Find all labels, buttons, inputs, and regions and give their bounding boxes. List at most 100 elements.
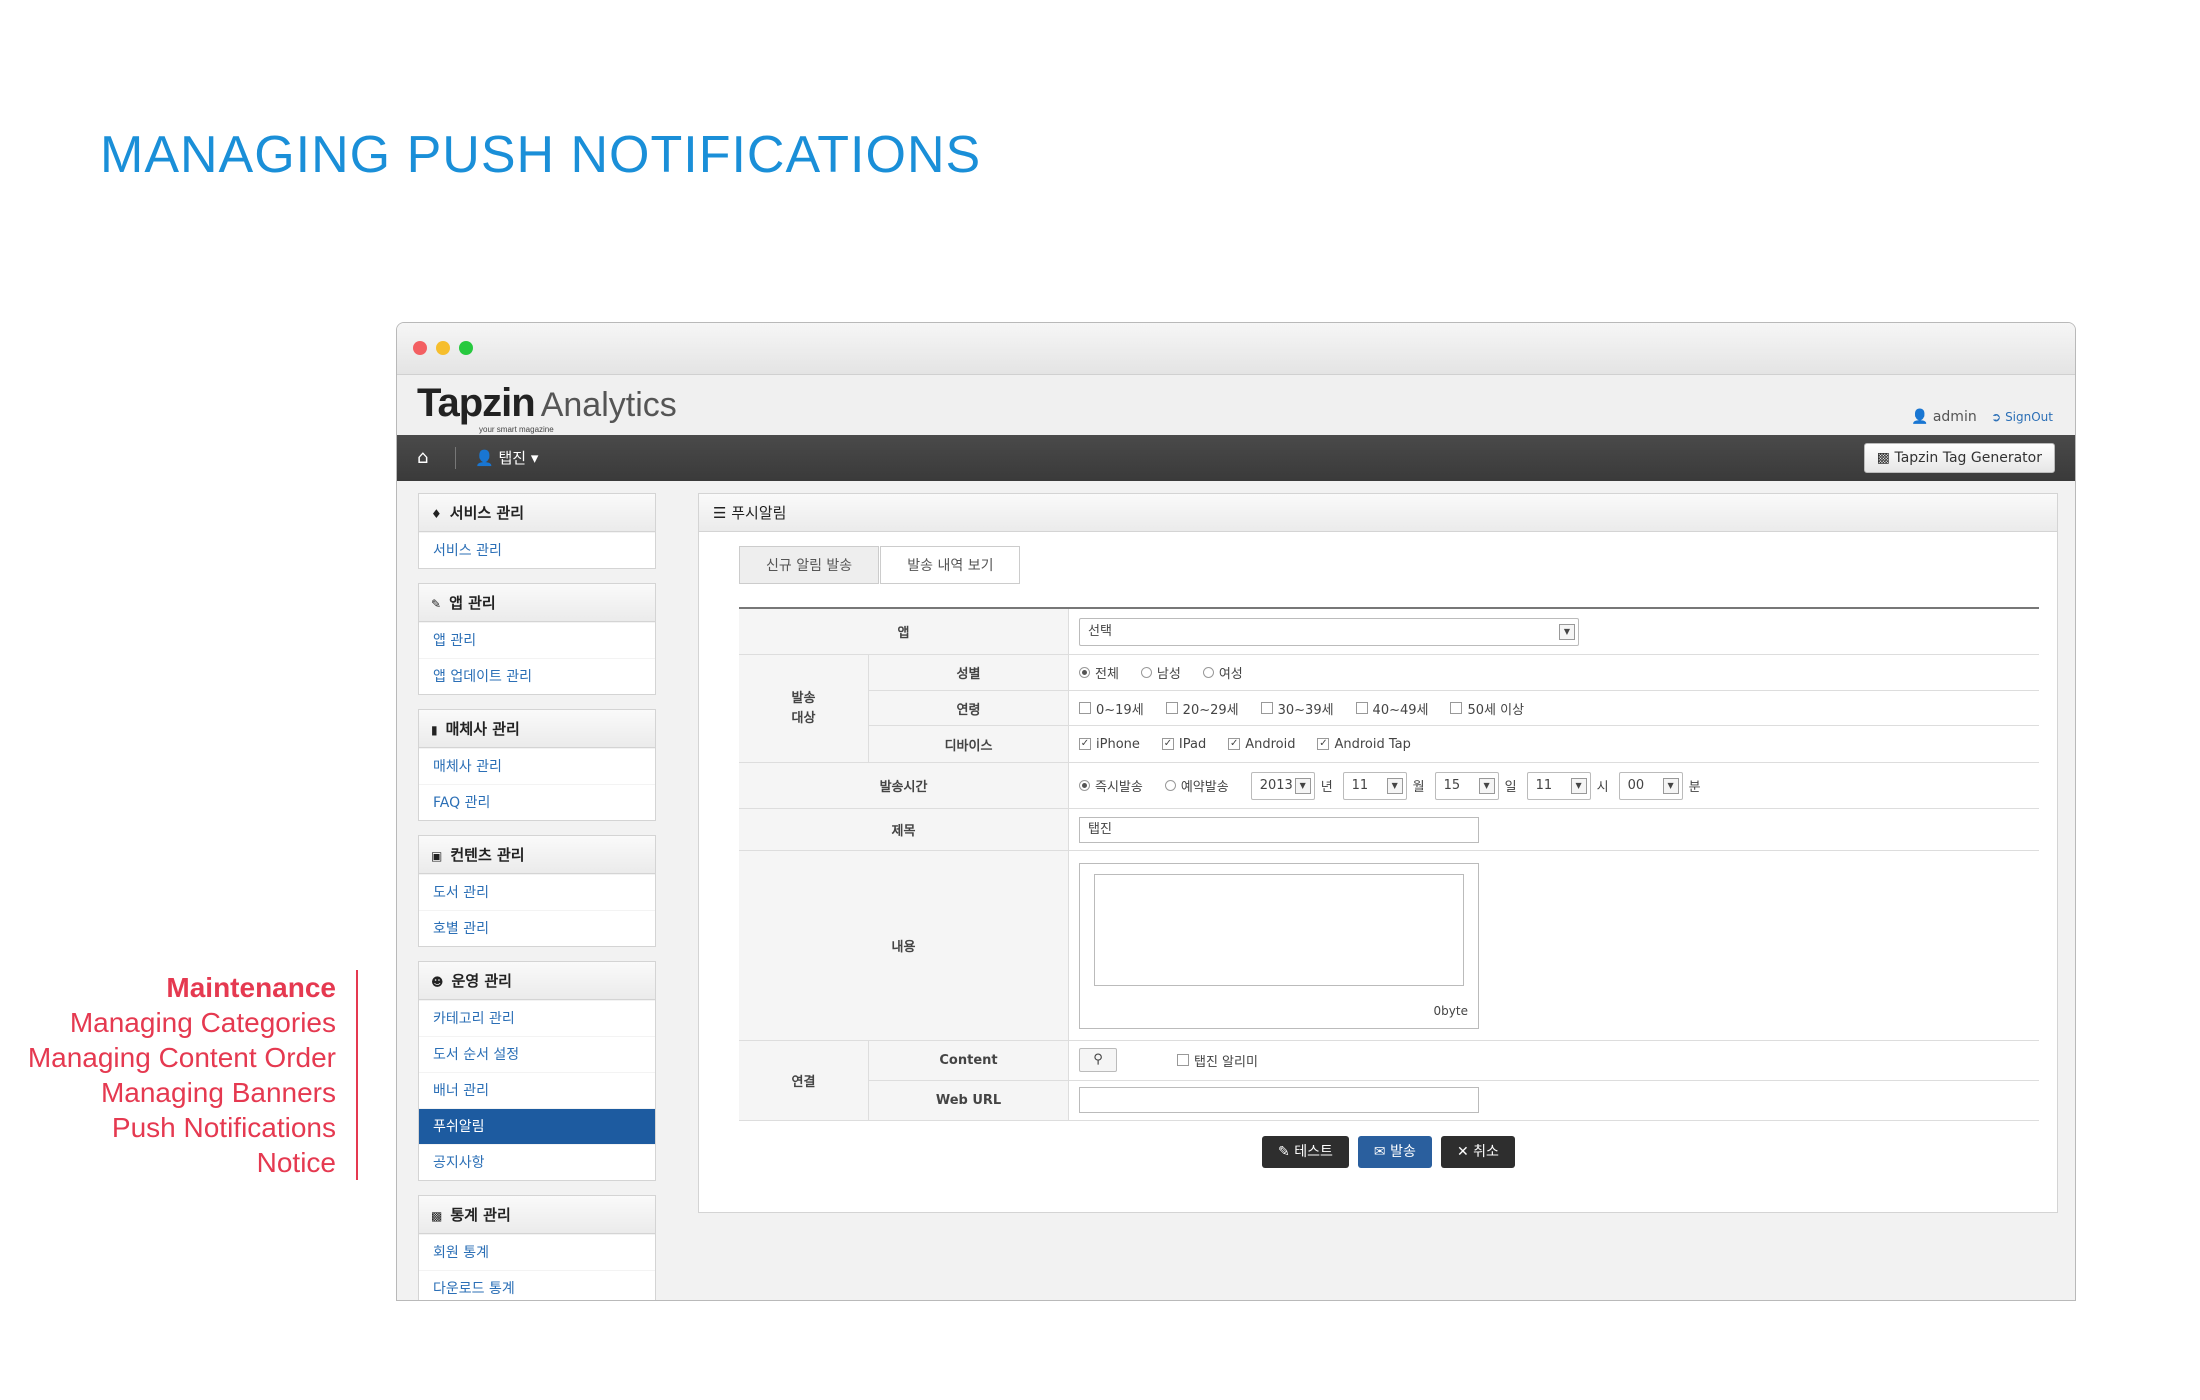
gender-value: 전체 남성 여성: [1069, 655, 2039, 690]
body-value: 0byte: [1069, 851, 2039, 1040]
radio-checked: [1079, 780, 1090, 791]
sidebar-item[interactable]: 회원 통계: [419, 1234, 655, 1270]
sidebar-group: ▮ 매체사 관리 매체사 관리 FAQ 관리: [418, 709, 656, 821]
form-row-body: 내용 0byte: [739, 851, 2039, 1041]
minute-select[interactable]: 00 ▼: [1618, 771, 1683, 800]
sidebar-group-title: 컨텐츠 관리: [450, 846, 525, 864]
user-box: 👤 admin ➲ SignOut: [1911, 409, 2053, 425]
time-value: 즉시발송 예약발송 2013 ▼ 년 11 ▼ 월 15 ▼ 일 11 ▼ 시 00 ▼ …: [1069, 763, 2039, 808]
form-row-time: 발송시간 즉시발송 예약발송 2013 ▼ 년 11 ▼ 월 15 ▼ 일 11 ▼ 시…: [739, 763, 2039, 809]
cancel-button[interactable]: ✕ 취소: [1440, 1136, 1515, 1168]
schedule-radio[interactable]: 예약발송: [1164, 776, 1229, 795]
month-unit: 월: [1412, 780, 1425, 795]
age-checkbox[interactable]: 50세 이상: [1450, 699, 1524, 718]
device-label: 디바이스: [869, 726, 1069, 762]
sidebar-item[interactable]: 다운로드 통계: [419, 1270, 655, 1300]
device-checkbox[interactable]: ✓ IPad: [1161, 737, 1206, 752]
check-icon: ✓: [1079, 738, 1091, 751]
option-label: iPhone: [1096, 736, 1140, 752]
form-row-target: 발송 대상 성별 전체 남성 여성 연령 0~19세 20~29세 30~39세…: [739, 655, 2039, 763]
body-textarea[interactable]: [1094, 873, 1464, 986]
sidebar-group-header[interactable]: ▣ 컨텐츠 관리: [419, 836, 655, 874]
sidebar-group-header[interactable]: ▮ 매체사 관리: [419, 710, 655, 748]
user-icon: 👤: [1910, 409, 1929, 425]
check-icon: ✓: [1161, 738, 1174, 751]
gender-male-radio[interactable]: 남성: [1140, 663, 1181, 682]
sidebar-item[interactable]: 서비스 관리: [419, 532, 655, 568]
signout-link[interactable]: ➲ SignOut: [1991, 410, 2053, 424]
page-title: MANAGING PUSH NOTIFICATIONS: [100, 126, 982, 184]
search-icon[interactable]: ⚲: [1079, 1048, 1117, 1073]
sidebar-item[interactable]: 앱 업데이트 관리: [419, 658, 655, 694]
tab-new-notification[interactable]: 신규 알림 발송: [739, 546, 880, 584]
sidebar-group-header[interactable]: ♦ 서비스 관리: [419, 494, 655, 532]
sidebar-group-header[interactable]: ▩ 통계 관리: [419, 1196, 655, 1234]
sidebar-item[interactable]: 카테고리 관리: [419, 1000, 655, 1036]
tab-history[interactable]: 발송 내역 보기: [880, 546, 1021, 584]
device-checkbox[interactable]: ✓ Android: [1228, 737, 1295, 752]
sidebar-group-header[interactable]: ✎ 앱 관리: [419, 584, 655, 622]
age-checkbox[interactable]: 20~29세: [1165, 699, 1239, 718]
app-select[interactable]: 선택 ▼: [1079, 617, 1579, 646]
option-label: 30~39세: [1277, 702, 1334, 718]
gender-all-radio[interactable]: 전체: [1079, 663, 1119, 682]
home-icon[interactable]: ⌂: [417, 447, 428, 468]
window-titlebar: [397, 323, 2075, 375]
sidebar-item[interactable]: 배너 관리: [419, 1072, 655, 1108]
time-label: 발송시간: [739, 763, 1069, 808]
signout-icon: ➲: [1991, 410, 2002, 424]
product-name: Analytics: [540, 386, 677, 424]
sidebar-item[interactable]: 매체사 관리: [419, 748, 655, 784]
age-checkbox[interactable]: 40~49세: [1355, 699, 1428, 718]
annotation-heading: Maintenance: [166, 972, 336, 1003]
radio: [1140, 666, 1152, 678]
sidebar-group-title: 서비스 관리: [449, 504, 524, 522]
subject-input[interactable]: 탭진: [1079, 816, 1479, 843]
sidebar-item[interactable]: 도서 관리: [419, 874, 655, 910]
sidebar-group-title: 운영 관리: [451, 972, 512, 990]
weburl-input[interactable]: [1079, 1087, 1479, 1114]
action-buttons: ✎ 테스트 ✉ 발송 ✕ 취소: [1262, 1136, 1519, 1168]
age-checkbox[interactable]: 0~19세: [1079, 699, 1144, 718]
age-row: 연령 0~19세 20~29세 30~39세 40~49세 50세 이상: [869, 690, 2039, 727]
hour-select[interactable]: 11 ▼: [1526, 771, 1591, 800]
gender-female-radio[interactable]: 여성: [1202, 663, 1243, 682]
option-label: 탭진 알리미: [1194, 1054, 1258, 1070]
body-label: 내용: [739, 851, 1069, 1040]
tab-bar: 신규 알림 발송 발송 내역 보기: [739, 546, 1021, 586]
minimize-window-button[interactable]: [436, 341, 450, 355]
option-label: 여성: [1218, 666, 1243, 682]
tag-generator-button[interactable]: ▩ Tapzin Tag Generator: [1863, 443, 2055, 473]
annotation-item: Managing Categories: [69, 1007, 336, 1038]
age-checkbox[interactable]: 30~39세: [1260, 699, 1334, 718]
sidebar-item-active[interactable]: 푸쉬알림: [419, 1108, 655, 1144]
sidebar-item[interactable]: 도서 순서 설정: [419, 1036, 655, 1072]
sidebar-item[interactable]: 호별 관리: [419, 910, 655, 946]
sidebar-group: ✎ 앱 관리 앱 관리 앱 업데이트 관리: [418, 583, 656, 695]
sidebar-item[interactable]: 공지사항: [419, 1144, 655, 1180]
form-row-link: 연결 Content ⚲ 탭진 알리미 Web URL: [739, 1041, 2039, 1121]
gender-label: 성별: [869, 655, 1069, 690]
browser-window: Tapzin Analytics your smart magazine 👤 ad…: [396, 322, 2076, 1301]
maximize-window-button[interactable]: [459, 341, 473, 355]
option-label: 50세 이상: [1467, 702, 1525, 718]
test-button[interactable]: ✎ 테스트: [1262, 1136, 1349, 1168]
day-select[interactable]: 15 ▼: [1434, 771, 1499, 800]
tapzin-logo[interactable]: Tapzin Analytics your smart magazine: [417, 381, 677, 434]
tapzin-notice-checkbox[interactable]: 탭진 알리미: [1177, 1051, 1258, 1070]
sidebar-item[interactable]: FAQ 관리: [419, 784, 655, 820]
day-unit: 일: [1504, 780, 1517, 795]
send-now-radio[interactable]: 즉시발송: [1079, 776, 1143, 795]
inbox-icon: ▣: [431, 849, 443, 863]
device-checkbox[interactable]: ✓ iPhone: [1079, 737, 1140, 752]
sidebar-item[interactable]: 앱 관리: [419, 622, 655, 658]
sidebar-group-header[interactable]: ☻ 운영 관리: [419, 962, 655, 1000]
close-window-button[interactable]: [413, 341, 427, 355]
nav-user-dropdown[interactable]: 👤 탭진 ▾: [475, 447, 538, 468]
device-checkbox[interactable]: ✓ Android Tap: [1317, 737, 1411, 752]
month-select[interactable]: 11 ▼: [1342, 771, 1407, 800]
year-select[interactable]: 2013 ▼: [1250, 771, 1315, 800]
year-value: 2013: [1259, 777, 1293, 793]
send-button[interactable]: ✉ 발송: [1357, 1136, 1432, 1168]
radio-checked: [1079, 666, 1090, 678]
